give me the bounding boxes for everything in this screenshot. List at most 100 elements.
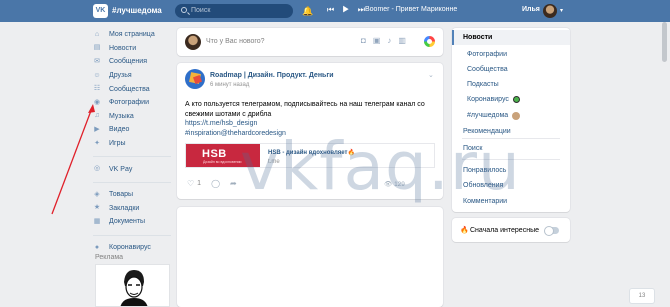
- nav-item[interactable]: ☺ Друзья: [93, 69, 173, 83]
- nav-icon: ♫: [94, 112, 100, 120]
- bell-icon[interactable]: 🔔: [302, 6, 313, 17]
- post-actions: ♡ 1 ◯ ➦: [187, 179, 237, 188]
- snippet-domain: t.me: [268, 159, 280, 165]
- vk-logo[interactable]: VK: [93, 4, 108, 18]
- color-wheel-icon[interactable]: [424, 36, 435, 47]
- right-menu-label: Поиск: [463, 145, 483, 153]
- right-menu-item[interactable]: Фотографии: [452, 47, 570, 62]
- article-icon[interactable]: ▥: [398, 36, 406, 45]
- right-menu-item[interactable]: Понравилось: [452, 163, 570, 178]
- nav-item-label: Сообщества: [109, 85, 150, 93]
- right-menu-divider: [462, 159, 560, 160]
- nav-icon: ◈: [94, 190, 100, 198]
- nav-icon: ✉: [94, 57, 100, 65]
- nav-item[interactable]: ✉ Сообщения: [93, 55, 173, 69]
- right-menu-item[interactable]: Новости: [452, 30, 570, 46]
- nav-icon: ☷: [93, 85, 101, 93]
- right-menu-item[interactable]: Сообщества: [452, 62, 570, 77]
- toggle-switch[interactable]: [544, 226, 559, 236]
- video-icon[interactable]: ▣: [373, 36, 381, 45]
- ad-banner[interactable]: [95, 264, 170, 307]
- nav-item[interactable]: ♫ Музыка: [93, 110, 173, 124]
- share-icon[interactable]: ➦: [230, 179, 237, 188]
- interesting-first-toggle[interactable]: 🔥 Сначала интересные: [452, 218, 570, 242]
- post-link[interactable]: https://t.me/hsb_design: [185, 119, 435, 129]
- scrollbar[interactable]: [662, 22, 667, 62]
- nav-item[interactable]: ● Коронавирус: [93, 241, 173, 255]
- nav-item-label: Фотографии: [109, 99, 150, 107]
- emoji-badge-icon: [512, 111, 521, 120]
- now-playing-track[interactable]: Boomer - Привет Мариконне: [365, 6, 457, 13]
- right-menu-label: #лучшедома: [467, 112, 509, 120]
- nav-item[interactable]: ✦ Игры: [93, 137, 173, 151]
- avatar: [185, 34, 201, 50]
- nav-item[interactable]: ★ Закладки: [93, 202, 173, 216]
- nav-icon: ▦: [93, 217, 101, 225]
- post-author[interactable]: Roadmap | Дизайн. Продукт. Деньги: [210, 72, 334, 79]
- toggle-label: Сначала интересные: [470, 227, 539, 234]
- camera-icon[interactable]: ◘: [361, 36, 366, 45]
- nav-item[interactable]: ▤ Новости: [93, 42, 173, 56]
- community-avatar[interactable]: [185, 69, 205, 89]
- nav-item-label: Документы: [109, 218, 146, 226]
- right-menu-label: Понравилось: [463, 167, 507, 175]
- nav-item-label: Игры: [109, 140, 126, 148]
- right-menu-item[interactable]: #лучшедома: [452, 108, 570, 123]
- user-name[interactable]: Илья: [522, 6, 540, 13]
- chevron-down-icon[interactable]: ▾: [560, 7, 563, 14]
- nav-item[interactable]: ▶ Видео: [93, 123, 173, 137]
- player-controls[interactable]: ⏮ ▶ ⏭: [327, 5, 368, 15]
- right-menu-item[interactable]: Подкасты: [452, 77, 570, 92]
- nav-item-label: Видео: [109, 126, 130, 134]
- right-menu: ⏷ + НовостиФотографииСообществаПодкастыК…: [452, 28, 570, 212]
- music-icon[interactable]: ♪: [387, 36, 391, 45]
- nav-item[interactable]: ▦ Документы: [93, 215, 173, 229]
- virus-badge-icon: [512, 96, 520, 104]
- right-menu-item[interactable]: Коронавирус: [452, 92, 570, 107]
- nav-item-label: Закладки: [109, 204, 140, 212]
- nav-item-label: Товары: [109, 191, 134, 199]
- nav-item[interactable]: ◉ Фотографии: [93, 96, 173, 110]
- nav-icon: ●: [94, 243, 100, 251]
- hsb-logo-subtitle: Дизайн во вдохновении: [203, 160, 242, 164]
- post-menu-icon[interactable]: ⌄: [428, 71, 434, 79]
- comment-icon[interactable]: ◯: [211, 179, 220, 188]
- right-menu-label: Фотографии: [467, 51, 508, 59]
- nav-item[interactable]: ◎ VK Pay: [93, 162, 173, 176]
- views-count: 👁 129: [384, 181, 405, 188]
- nav-item-label: Новости: [109, 44, 137, 52]
- like-icon[interactable]: ♡: [187, 179, 194, 188]
- nav-item-label: Друзья: [109, 72, 132, 80]
- feed-post-placeholder: [177, 207, 443, 307]
- snippet-image: HSB Дизайн во вдохновении: [186, 144, 260, 167]
- post-hashtag[interactable]: #inspiration@thehardcoredesign: [185, 129, 435, 139]
- link-snippet[interactable]: HSB Дизайн во вдохновении HSB - дизайн в…: [185, 143, 435, 168]
- right-menu-label: Комментарии: [463, 198, 508, 206]
- nav-item[interactable]: ⌂ Моя страница: [93, 28, 173, 42]
- search-icon: [181, 7, 187, 13]
- snippet-title[interactable]: HSB - дизайн вдохновляет🔥: [268, 149, 355, 156]
- hsb-logo: HSB: [202, 148, 227, 160]
- right-menu-item[interactable]: Обновления: [452, 178, 570, 193]
- nav-item[interactable]: ◈ Товары: [93, 188, 173, 202]
- composer-placeholder[interactable]: Что у Вас нового?: [206, 38, 265, 45]
- nav-divider: [93, 150, 171, 158]
- post-composer[interactable]: Что у Вас нового? ◘ ▣ ♪ ▥: [177, 28, 443, 56]
- brand-hashtag[interactable]: #лучшедома: [112, 6, 162, 15]
- nav-item[interactable]: ☷ Сообщества: [93, 82, 173, 96]
- avatar[interactable]: [543, 4, 557, 18]
- nav-divider: [93, 176, 171, 183]
- nav-item-label: Моя страница: [109, 31, 155, 39]
- right-menu-label: Подкасты: [467, 81, 499, 89]
- right-menu-item[interactable]: Рекомендации: [452, 124, 570, 139]
- right-menu-item[interactable]: Поиск: [452, 141, 570, 156]
- right-menu-label: Обновления: [463, 182, 504, 190]
- left-nav: ⌂ Моя страница ▤ Новости ✉ Сообщения ☺ Друзья ☷ С…: [93, 28, 173, 254]
- nav-icon: ▤: [93, 44, 101, 52]
- right-menu-item[interactable]: Комментарии: [452, 194, 570, 209]
- ads-label: Реклама: [95, 254, 124, 261]
- nav-item-label: Музыка: [109, 112, 134, 120]
- corner-counter[interactable]: 13: [630, 289, 654, 303]
- nav-item-label: VK Pay: [109, 165, 133, 173]
- post-time[interactable]: 6 минут назад: [210, 82, 249, 88]
